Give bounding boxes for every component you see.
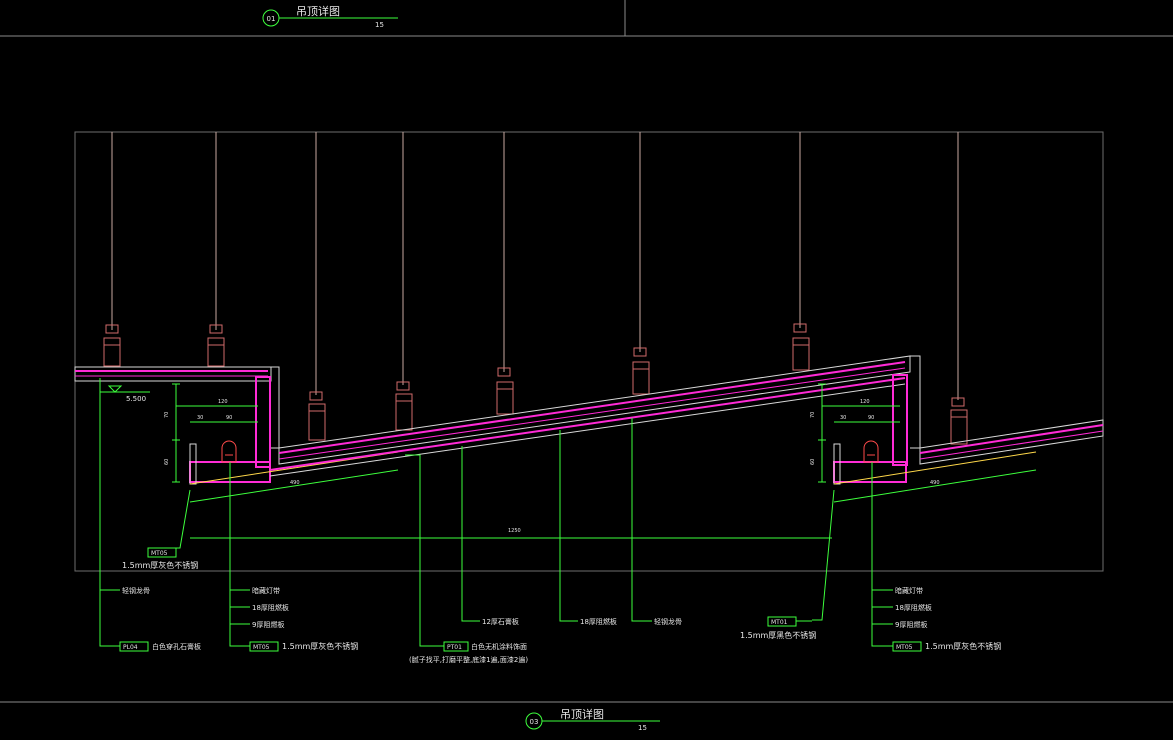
- callout-board18-mid: 18厚阻燃板: [580, 617, 617, 626]
- callout-board18-right: 18厚阻燃板: [895, 603, 932, 612]
- dim-120-left: 120: [218, 399, 228, 405]
- dim-120-right: 120: [860, 399, 870, 405]
- dimension-texts-left: 120 30 90 70 60 490 1250: [164, 399, 521, 534]
- dim-v60-right: 60: [810, 459, 816, 465]
- callout-led-strip-right: 暗藏灯带: [895, 586, 923, 595]
- leader-lines: [99, 378, 893, 647]
- callout-led-strip-left: 暗藏灯带: [252, 586, 280, 595]
- mt05-left-text: 1.5mm厚灰色不锈钢: [122, 560, 198, 570]
- hanger-4: [395, 381, 413, 431]
- title-frame: [0, 0, 1173, 703]
- dim-v70-left: 70: [164, 412, 170, 418]
- dim-490-left: 490: [290, 480, 300, 486]
- dimensions-right: [818, 383, 1037, 503]
- pt01-code: PT01: [447, 644, 462, 651]
- bottom-title-scale: 15: [638, 724, 647, 732]
- hanger-6: [632, 347, 650, 395]
- right-light-trough: [833, 355, 1037, 485]
- dim-1250: 1250: [508, 528, 521, 534]
- pl04-text: 白色穿孔石膏板: [152, 642, 201, 651]
- callout-gypsum12: 12厚石膏板: [482, 617, 519, 626]
- pl04-code: PL04: [123, 644, 138, 651]
- bottom-drawing-title: 03 吊顶详图 15: [525, 707, 660, 732]
- dim-v60-left: 60: [164, 459, 170, 465]
- callout-mt01: MT01 1.5mm厚黑色不锈钢: [740, 616, 816, 640]
- pt01-text: 白色无机涂料饰面: [471, 642, 527, 651]
- dim-30-right: 30: [840, 415, 846, 421]
- dim-v70-right: 70: [810, 412, 816, 418]
- hanger-bodies: [103, 323, 968, 445]
- mt05-mid-text: 1.5mm厚灰色不锈钢: [282, 641, 358, 651]
- callout-keel-left: 轻钢龙骨: [122, 586, 150, 595]
- hanger-5: [496, 367, 514, 415]
- ceiling-left-flat: [74, 366, 272, 382]
- pt01-note: (腻子找平,打磨平整,底漆1遍,面漆2遍): [409, 655, 528, 664]
- hanger-rods: [111, 132, 959, 400]
- mt01-text: 1.5mm厚黑色不锈钢: [740, 630, 816, 640]
- callout-board9-right: 9厚阻燃板: [895, 620, 927, 629]
- ceiling-right-sloped: [919, 419, 1104, 465]
- hanger-2: [207, 324, 225, 367]
- viewport-frame: [74, 131, 1104, 572]
- callout-board18-left: 18厚阻燃板: [252, 603, 289, 612]
- top-drawing-title: 01 吊顶详图 15: [262, 4, 398, 29]
- top-title-label: 吊顶详图: [296, 4, 340, 18]
- mt01-code: MT01: [771, 619, 788, 626]
- elevation-marker: 5.500: [100, 385, 150, 403]
- cad-drawing-canvas: 01 吊顶详图 15 03 吊顶详图 15 5.500 120 30 90 70…: [0, 0, 1173, 740]
- hanger-8: [950, 397, 968, 445]
- mt05-mid-code: MT05: [253, 644, 270, 651]
- elevation-value: 5.500: [126, 395, 146, 403]
- dim-90-left: 90: [226, 415, 232, 421]
- hanger-1: [103, 324, 121, 367]
- callout-mt05-mid: MT05 1.5mm厚灰色不锈钢: [249, 641, 358, 652]
- mt05-right-text: 1.5mm厚灰色不锈钢: [925, 641, 1001, 651]
- callout-mt05-right: MT05 1.5mm厚灰色不锈钢: [892, 641, 1001, 652]
- mt05-right-code: MT05: [896, 644, 913, 651]
- mt05-left-code: MT05: [151, 550, 168, 557]
- callout-mt05-left: MT05 1.5mm厚灰色不锈钢: [122, 547, 198, 570]
- dim-30-left: 30: [197, 415, 203, 421]
- dim-90-right: 90: [868, 415, 874, 421]
- ceiling-detail-drawing: 01 吊顶详图 15 03 吊顶详图 15 5.500 120 30 90 70…: [0, 0, 1173, 732]
- top-title-number: 01: [267, 15, 276, 23]
- callout-board9-left: 9厚阻燃板: [252, 620, 284, 629]
- bottom-title-label: 吊顶详图: [560, 707, 604, 721]
- dim-490-right: 490: [930, 480, 940, 486]
- callout-pt01: PT01 白色无机涂料饰面 (腻子找平,打磨平整,底漆1遍,面漆2遍): [409, 641, 528, 664]
- hanger-7: [792, 323, 810, 371]
- top-title-scale: 15: [375, 21, 384, 29]
- callout-pl04: PL04 白色穿孔石膏板: [119, 641, 201, 652]
- bottom-title-number: 03: [530, 718, 539, 726]
- callout-keel-mid: 轻钢龙骨: [654, 617, 682, 626]
- hanger-3: [308, 391, 326, 441]
